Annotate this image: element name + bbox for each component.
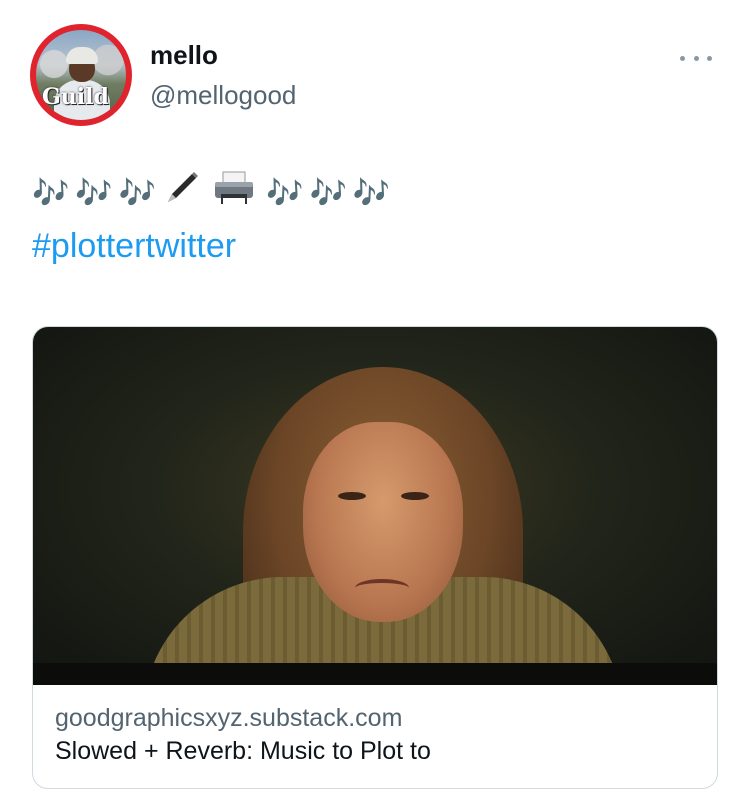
printer-icon (212, 168, 256, 221)
card-domain: goodgraphicsxyz.substack.com (55, 704, 403, 732)
musical-notes-icon: 🎶 (32, 176, 70, 211)
more-options-icon[interactable] (680, 48, 712, 68)
card-title: Slowed + Reverb: Music to Plot to (55, 737, 431, 765)
tweet-text: 🎶 🎶 🎶 🎶 🎶 🎶 #plottertwitter (32, 170, 712, 268)
card-image[interactable] (33, 327, 717, 685)
link-preview-card[interactable]: goodgraphicsxyz.substack.com Slowed + Re… (32, 326, 718, 789)
musical-notes-icon: 🎶 (75, 176, 113, 211)
card-body: goodgraphicsxyz.substack.com Slowed + Re… (33, 685, 717, 767)
musical-notes-icon: 🎶 (118, 176, 157, 211)
pen-icon (162, 168, 202, 221)
avatar[interactable]: Guild (30, 24, 132, 126)
musical-notes-icon: 🎶 (309, 176, 347, 211)
avatar-image: Guild (36, 30, 126, 120)
user-handle[interactable]: @mellogood (150, 80, 296, 110)
display-name[interactable]: mello (150, 40, 218, 70)
musical-notes-icon: 🎶 (352, 176, 391, 211)
hashtag-link[interactable]: #plottertwitter (32, 224, 236, 268)
avatar-logo-text: Guild (42, 84, 109, 110)
emoji-line: 🎶 🎶 🎶 🎶 🎶 🎶 (32, 170, 712, 218)
musical-notes-icon: 🎶 (266, 176, 304, 211)
